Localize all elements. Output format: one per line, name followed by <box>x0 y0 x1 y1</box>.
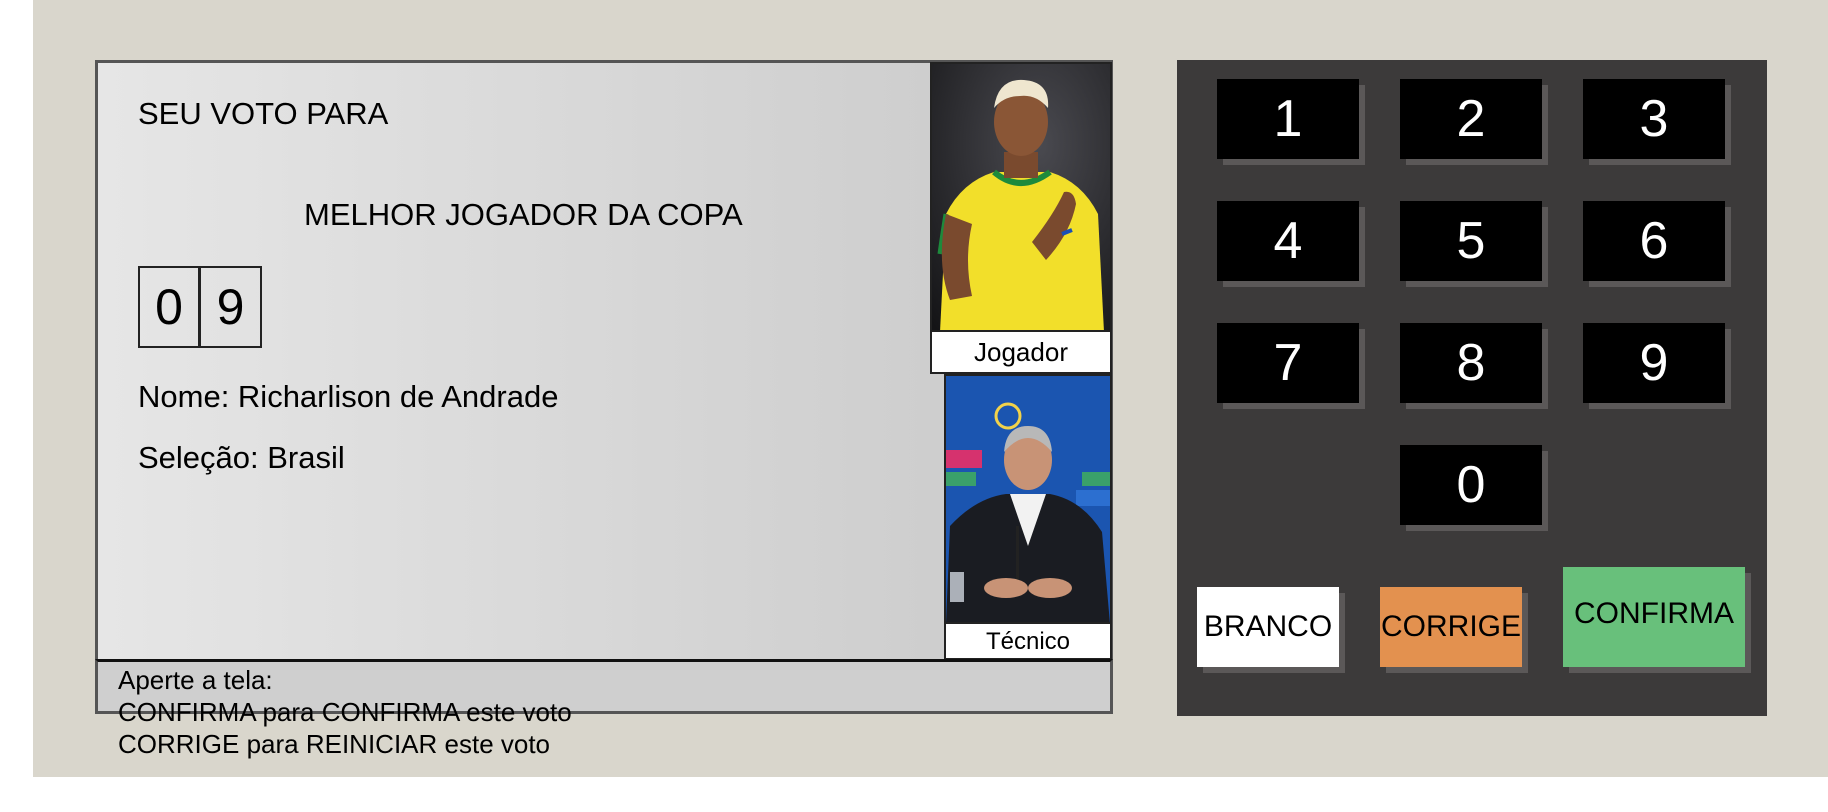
key-6[interactable]: 6 <box>1583 201 1725 281</box>
confirma-button[interactable]: CONFIRMA <box>1563 567 1745 667</box>
player-caption: Jogador <box>932 330 1110 372</box>
key-3[interactable]: 3 <box>1583 79 1725 159</box>
key-0[interactable]: 0 <box>1400 445 1542 525</box>
key-4[interactable]: 4 <box>1217 201 1359 281</box>
instruction-line: CORRIGE para REINICIAR este voto <box>118 729 551 759</box>
instructions: Aperte a tela: CONFIRMA para CONFIRMA es… <box>118 664 572 760</box>
player-photo-card: Jogador <box>930 62 1112 374</box>
key-9[interactable]: 9 <box>1583 323 1725 403</box>
key-7[interactable]: 7 <box>1217 323 1359 403</box>
player-photo <box>932 64 1110 332</box>
office-title: MELHOR JOGADOR DA COPA <box>304 197 743 232</box>
key-8[interactable]: 8 <box>1400 323 1542 403</box>
instruction-line: CONFIRMA para CONFIRMA este voto <box>118 697 572 727</box>
number-digit-2: 9 <box>200 266 262 348</box>
corrige-button[interactable]: CORRIGE <box>1380 587 1522 667</box>
key-5[interactable]: 5 <box>1400 201 1542 281</box>
vote-for-heading: SEU VOTO PARA <box>138 96 389 131</box>
coach-photo-card: Técnico <box>944 374 1112 660</box>
number-digit-1: 0 <box>138 266 200 348</box>
key-2[interactable]: 2 <box>1400 79 1542 159</box>
coach-photo <box>946 376 1110 624</box>
key-1[interactable]: 1 <box>1217 79 1359 159</box>
candidate-team: Seleção: Brasil <box>138 440 345 475</box>
candidate-name: Nome: Richarlison de Andrade <box>138 379 559 414</box>
instruction-line: Aperte a tela: <box>118 665 273 695</box>
candidate-number: 0 9 <box>138 266 262 348</box>
coach-caption: Técnico <box>946 622 1110 658</box>
branco-button[interactable]: BRANCO <box>1197 587 1339 667</box>
